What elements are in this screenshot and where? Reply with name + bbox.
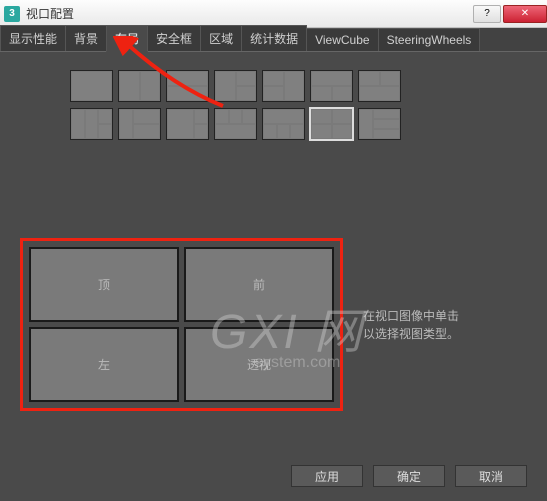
cancel-button[interactable]: 取消 [455, 465, 527, 487]
close-button[interactable]: ✕ [503, 5, 547, 23]
apply-button[interactable]: 应用 [291, 465, 363, 487]
layout-option-selected[interactable] [310, 108, 353, 140]
tab-display-perf[interactable]: 显示性能 [0, 25, 66, 51]
viewport-top[interactable]: 顶 [29, 247, 179, 322]
layout-option[interactable] [262, 108, 305, 140]
tab-viewcube[interactable]: ViewCube [306, 28, 378, 51]
window-title: 视口配置 [26, 5, 471, 22]
app-icon: 3 [4, 6, 20, 22]
layout-option[interactable] [214, 70, 257, 102]
tab-safeframe[interactable]: 安全框 [147, 25, 201, 51]
tab-layout[interactable]: 布局 [106, 25, 148, 52]
tab-strip: 显示性能 背景 布局 安全框 区域 统计数据 ViewCube Steering… [0, 28, 547, 52]
tab-region[interactable]: 区域 [200, 25, 242, 51]
ok-button[interactable]: 确定 [373, 465, 445, 487]
tab-stats[interactable]: 统计数据 [241, 25, 307, 51]
layout-option[interactable] [358, 70, 401, 102]
viewport-left[interactable]: 左 [29, 327, 179, 402]
layout-panel: 顶 前 左 透视 在视口图像中单击 以选择视图类型。 应用 确定 取消 GXI … [0, 52, 547, 501]
hint-text: 在视口图像中单击 以选择视图类型。 [363, 307, 459, 343]
layout-option[interactable] [70, 70, 113, 102]
help-button[interactable]: ? [473, 5, 501, 23]
layout-option[interactable] [118, 108, 161, 140]
tab-steeringwheels[interactable]: SteeringWheels [378, 28, 481, 51]
layout-option[interactable] [70, 108, 113, 140]
tab-background[interactable]: 背景 [65, 25, 107, 51]
layout-option[interactable] [214, 108, 257, 140]
viewport-perspective[interactable]: 透视 [184, 327, 334, 402]
layout-option[interactable] [310, 70, 353, 102]
layout-option[interactable] [166, 70, 209, 102]
titlebar: 3 视口配置 ? ✕ [0, 0, 547, 28]
layout-thumbnails [20, 70, 527, 140]
layout-option[interactable] [262, 70, 305, 102]
layout-option[interactable] [166, 108, 209, 140]
layout-option[interactable] [118, 70, 161, 102]
viewport-preview: 顶 前 左 透视 [29, 247, 334, 402]
viewport-front[interactable]: 前 [184, 247, 334, 322]
preview-highlight-box: 顶 前 左 透视 [20, 238, 343, 411]
layout-option[interactable] [358, 108, 401, 140]
